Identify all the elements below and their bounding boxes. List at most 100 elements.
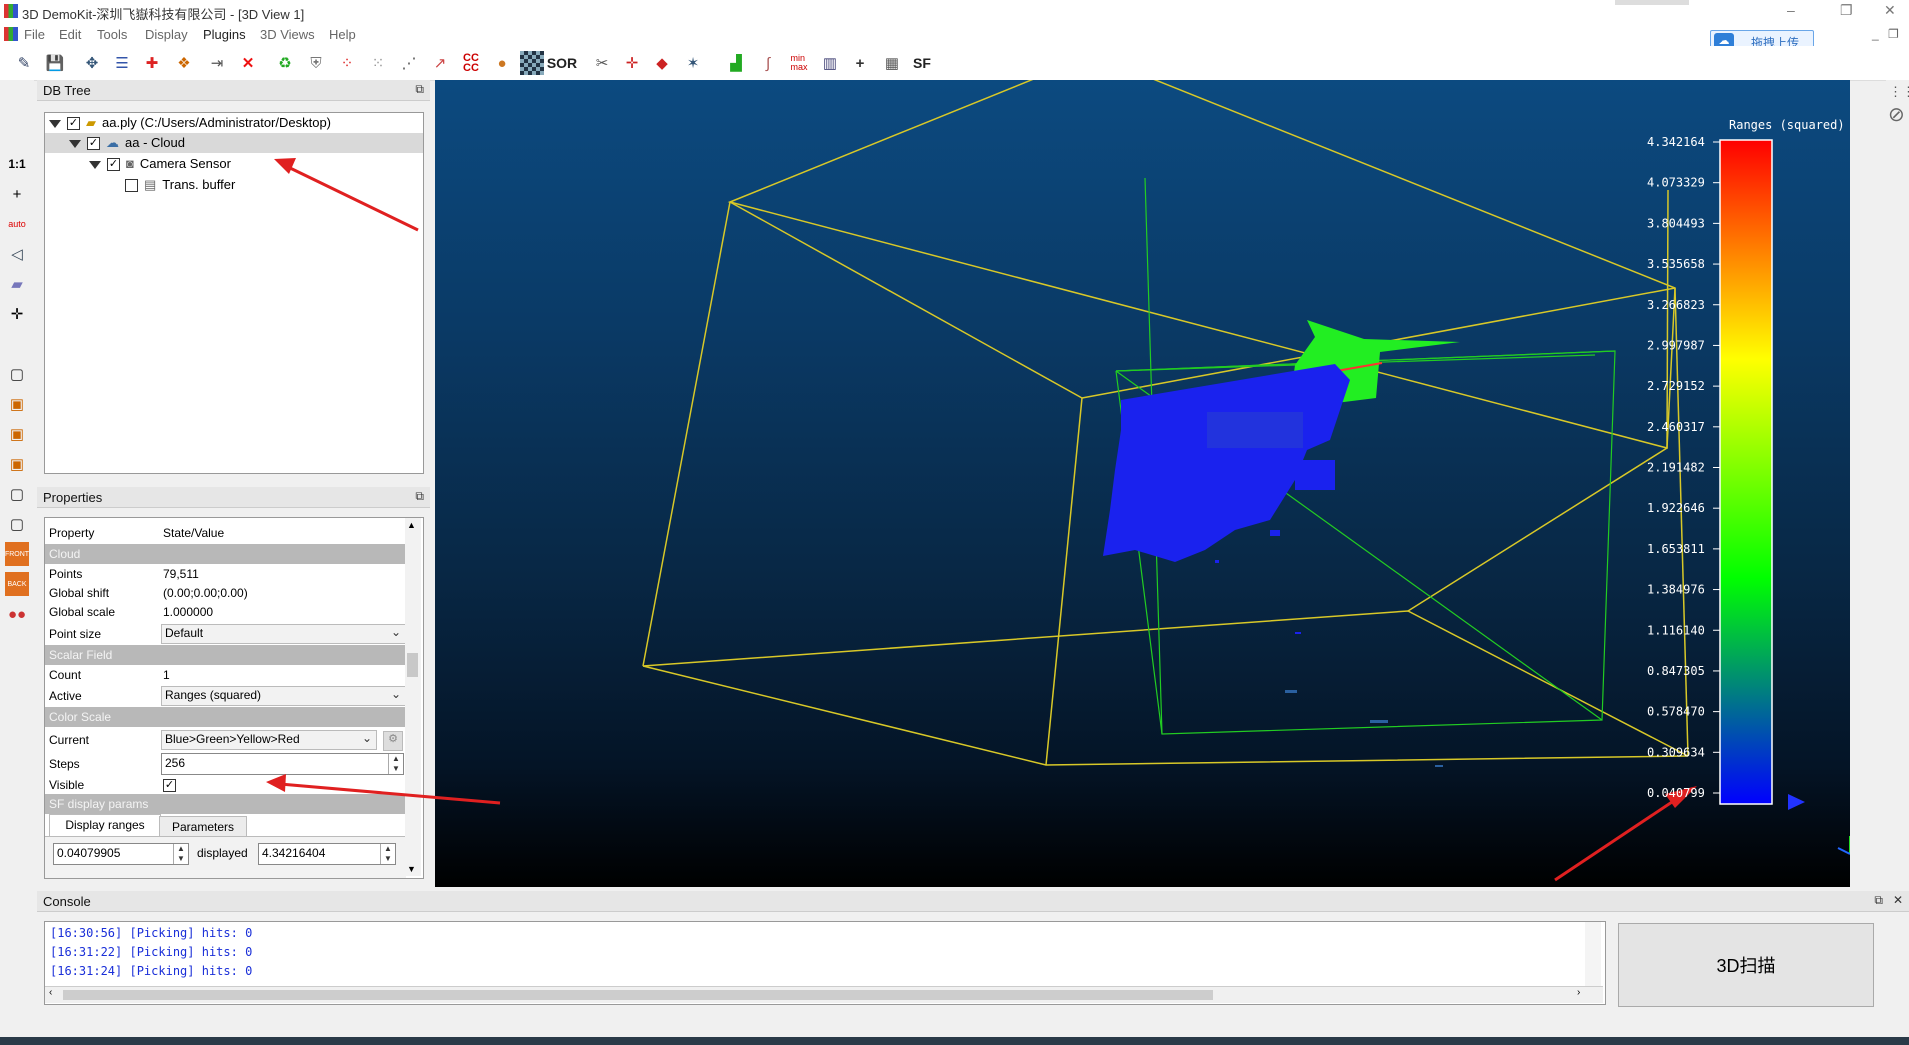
front-iso-icon[interactable]: FRONT: [5, 542, 29, 566]
scroll-thumb[interactable]: [63, 990, 1213, 1000]
checker-icon[interactable]: [520, 51, 544, 75]
expand-icon[interactable]: [89, 160, 101, 169]
point-size-select[interactable]: Default ⌄: [161, 624, 406, 644]
annotation-arrow: [1554, 798, 1676, 882]
tree-item-file[interactable]: ✓ ▰ aa.ply (C:/Users/Administrator/Desktop…: [49, 113, 331, 133]
vertical-scrollbar[interactable]: [1585, 922, 1601, 986]
console-log[interactable]: [16:30:56] [Picking] hits: 0 [16:31:22] …: [44, 921, 1606, 1005]
add-icon[interactable]: +: [848, 51, 872, 75]
active-sf-select[interactable]: Ranges (squared) ⌄: [161, 686, 406, 706]
color-scale-select[interactable]: Blue>Green>Yellow>Red ⌄: [161, 730, 377, 750]
scroll-right-icon[interactable]: ›: [1577, 987, 1580, 998]
checkbox[interactable]: ✓: [67, 117, 80, 131]
scissors-icon[interactable]: ✂: [590, 51, 614, 75]
range-max-spinbox[interactable]: 4.34216404 ▲ ▼: [258, 843, 396, 865]
clone-icon[interactable]: ❖: [172, 51, 196, 75]
steps-spinbox[interactable]: 256 ▲ ▼: [161, 753, 404, 775]
menu-display[interactable]: Display: [145, 27, 188, 42]
spin-arrows-icon[interactable]: ▲ ▼: [380, 844, 395, 864]
open-icon[interactable]: ✎: [12, 51, 36, 75]
menu-3d-views[interactable]: 3D Views: [260, 27, 315, 42]
pivot-icon[interactable]: ✛: [5, 302, 29, 326]
mdi-restore-icon[interactable]: ❐: [1888, 27, 1899, 41]
curve-icon[interactable]: ∫: [756, 51, 780, 75]
visible-checkbox[interactable]: ✓: [163, 779, 176, 792]
checkbox[interactable]: ✓: [107, 158, 120, 172]
view-left-icon[interactable]: ▣: [5, 422, 29, 446]
menu-plugins[interactable]: Plugins: [203, 27, 246, 42]
colorbar-icon[interactable]: ▥: [818, 51, 842, 75]
tab-parameters[interactable]: Parameters: [159, 816, 247, 838]
tree-item-sensor[interactable]: ✓ ◙ Camera Sensor: [89, 154, 231, 174]
plane-icon[interactable]: ◆: [650, 51, 674, 75]
translate-rotate-icon[interactable]: ✥: [80, 51, 104, 75]
view-front-icon[interactable]: ▣: [5, 392, 29, 416]
auto-pivot-icon[interactable]: auto: [5, 212, 29, 236]
ccc-icon[interactable]: CC CC: [459, 51, 483, 75]
close-window-button[interactable]: ✕: [1884, 2, 1896, 19]
horizontal-scrollbar[interactable]: ‹ ›: [45, 986, 1603, 1003]
tree-item-buffer[interactable]: ▤ Trans. buffer: [125, 175, 235, 195]
expand-icon[interactable]: [69, 139, 81, 148]
shield-icon[interactable]: ⛨: [304, 51, 328, 75]
list-icon[interactable]: ☰: [110, 51, 134, 75]
normals-icon[interactable]: ↗: [428, 51, 452, 75]
expand-icon[interactable]: [49, 119, 61, 128]
back-iso-icon[interactable]: BACK: [5, 572, 29, 596]
lighting-icon[interactable]: ▰: [5, 272, 29, 296]
histogram-icon[interactable]: ▟: [724, 51, 748, 75]
minmax-icon[interactable]: min max: [787, 51, 811, 75]
checkbox[interactable]: ✓: [87, 137, 100, 151]
db-tree[interactable]: ✓ ▰ aa.ply (C:/Users/Administrator/Desktop…: [44, 112, 424, 474]
scatter-icon[interactable]: ⋰: [397, 51, 421, 75]
view-right-icon[interactable]: ▢: [5, 482, 29, 506]
range-min-spinbox[interactable]: 0.04079905 ▲ ▼: [53, 843, 189, 865]
close-icon[interactable]: ✕: [1893, 893, 1903, 907]
perspective-icon[interactable]: ◁: [5, 242, 29, 266]
scroll-left-icon[interactable]: ‹: [49, 987, 52, 998]
save-icon[interactable]: 💾: [43, 51, 67, 75]
star-icon[interactable]: ✶: [681, 51, 705, 75]
scroll-down-icon[interactable]: ▼: [407, 864, 416, 874]
properties-scrollbar[interactable]: ▲ ▼: [405, 518, 421, 876]
menu-edit[interactable]: Edit: [59, 27, 81, 42]
spin-arrows-icon[interactable]: ▲ ▼: [173, 844, 188, 864]
calculator-icon[interactable]: ▦: [880, 51, 904, 75]
zoom-center-icon[interactable]: +: [5, 182, 29, 206]
mdi-min-icon[interactable]: _: [1872, 27, 1879, 41]
hidden-point-icon[interactable]: ●: [490, 51, 514, 75]
segment-icon[interactable]: ✚: [140, 51, 164, 75]
restore-button[interactable]: ❐: [1840, 2, 1853, 19]
view-top-icon[interactable]: ▢: [5, 362, 29, 386]
3d-view[interactable]: 4.342164 4.073329 3.804493 3.535658 3.266823…: [435, 80, 1850, 887]
sample-icon[interactable]: ⁘: [335, 51, 359, 75]
tab-display-ranges[interactable]: Display ranges: [49, 814, 161, 837]
view-bottom-icon[interactable]: ▢: [5, 512, 29, 536]
tree-item-cloud[interactable]: ✓ ☁ aa - Cloud: [45, 133, 423, 153]
checkbox[interactable]: [125, 179, 138, 193]
stereo-icon[interactable]: ●●: [5, 602, 29, 626]
crosshair-icon[interactable]: ✛: [620, 51, 644, 75]
menu-help[interactable]: Help: [329, 27, 356, 42]
minimize-button[interactable]: –: [1787, 2, 1795, 18]
spin-arrows-icon[interactable]: ▲ ▼: [388, 754, 403, 774]
one-to-one-icon[interactable]: 1:1: [5, 152, 29, 176]
register-icon[interactable]: ♻: [273, 51, 297, 75]
scene-canvas[interactable]: 4.342164 4.073329 3.804493 3.535658 3.266823…: [435, 80, 1850, 887]
delete-icon[interactable]: ✕: [236, 51, 260, 75]
sf-icon[interactable]: SF: [910, 51, 934, 75]
scroll-thumb[interactable]: [407, 653, 418, 677]
gear-icon[interactable]: ⚙: [383, 731, 403, 751]
merge-icon[interactable]: ⇥: [205, 51, 229, 75]
float-icon[interactable]: ⧉: [1874, 893, 1883, 908]
menu-file[interactable]: File: [24, 27, 45, 42]
orbit-icon[interactable]: ⊘: [1888, 102, 1905, 127]
float-icon[interactable]: ⧉: [415, 82, 424, 97]
menu-tools[interactable]: Tools: [97, 27, 127, 42]
3d-scan-button[interactable]: 3D扫描: [1618, 923, 1874, 1007]
float-icon[interactable]: ⧉: [415, 489, 424, 504]
noise-icon[interactable]: ⁙: [366, 51, 390, 75]
view-back-icon[interactable]: ▣: [5, 452, 29, 476]
sor-icon[interactable]: SOR: [547, 51, 577, 75]
scroll-up-icon[interactable]: ▲: [407, 520, 416, 530]
